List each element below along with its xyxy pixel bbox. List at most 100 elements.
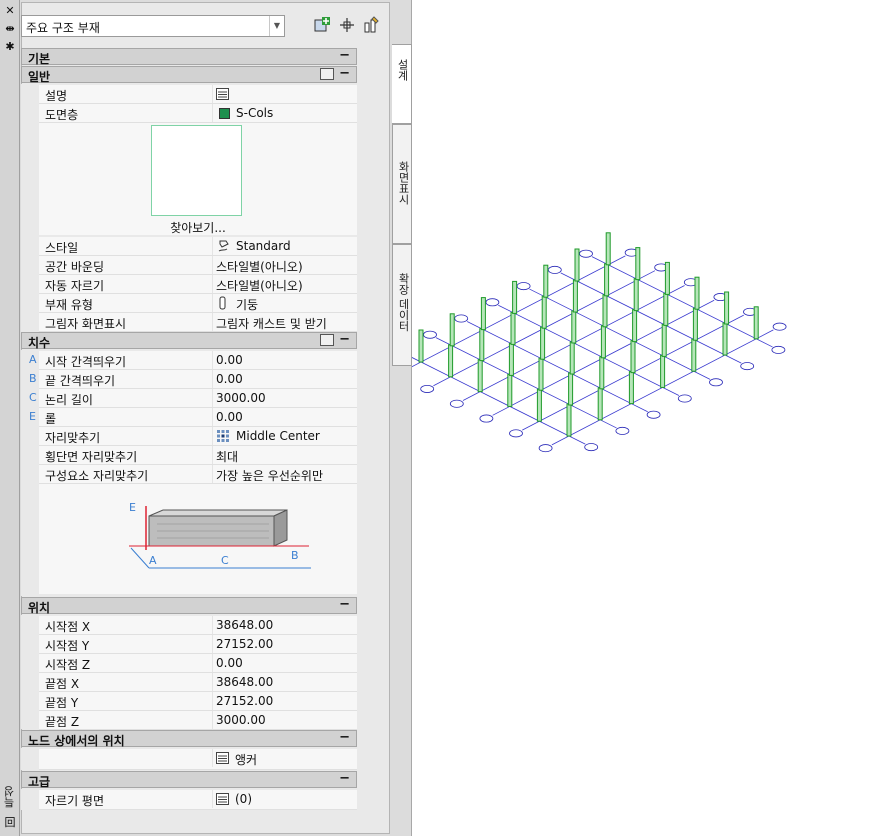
divider [212,389,213,407]
style-icon [218,240,229,252]
grid-bubble [547,265,562,274]
structural-column [538,357,544,391]
tab-display[interactable]: 화면표시 [392,124,412,244]
property-row-start-y[interactable]: 시작점 Y 27152.00 [39,635,357,654]
drawing-viewport[interactable] [390,0,882,836]
section-basic[interactable]: 기본 − [21,48,357,66]
property-row-section-justify[interactable]: 횡단면 자리맞추기 최대 [39,446,357,465]
structural-column [604,263,610,297]
section-general[interactable]: 일반 − [21,66,357,84]
grid-bubble [771,345,786,354]
tab-extended-data[interactable]: 확장 데이터 [392,244,412,366]
pick-add-icon[interactable] [362,16,380,34]
divider [212,294,213,312]
property-row-trim-planes[interactable]: 자르기 평면 (0) [39,790,357,810]
collapse-icon[interactable]: − [339,48,350,63]
grid-bubble [479,414,494,423]
dim-letter: E [29,410,36,423]
chevron-down-icon[interactable]: ▼ [269,16,284,36]
browse-link[interactable]: 찾아보기... [39,219,357,236]
quick-select-icon[interactable] [338,16,356,34]
structural-column [722,322,728,356]
auto-hide-icon[interactable]: ⇹ [3,22,17,36]
grid-bubble [420,384,435,393]
collapse-icon[interactable]: − [339,66,350,81]
property-row-member-type[interactable]: 부재 유형 기둥 [39,294,357,313]
bottom-icon[interactable]: 回 [3,816,17,830]
property-row-start-z[interactable]: 시작점 Z 0.00 [39,654,357,673]
dim-letter: B [29,372,37,385]
layer-color-swatch [219,108,230,119]
property-row-space-bounding[interactable]: 공간 바운딩 스타일별(아니오) [39,256,357,275]
structural-column [599,356,605,390]
anchor-icon[interactable] [216,752,229,764]
divider [212,256,213,274]
property-row-layer[interactable]: 도면층 S-Cols [39,104,357,123]
close-icon[interactable]: ✕ [3,4,17,18]
palette-titlebar[interactable]: ✕ ⇹ ✱ 특성 回 [0,0,20,836]
collapse-icon[interactable]: − [339,597,350,612]
structural-column [449,313,455,347]
structural-column [664,261,670,295]
settings-icon[interactable]: ✱ [3,40,17,54]
section-advanced[interactable]: 고급 − [21,771,357,789]
property-row-end-y[interactable]: 끝점 Y 27152.00 [39,692,357,711]
property-row-end-x[interactable]: 끝점 X 38648.00 [39,673,357,692]
gutter [21,615,39,729]
property-row-shadow-display[interactable]: 그림자 화면표시 그림자 캐스트 및 받기 [39,313,357,332]
style-preview-image [151,125,242,216]
structural-column [507,373,513,407]
dim-letter: A [29,353,37,366]
gutter [21,748,39,770]
divider [212,790,213,808]
property-row-auto-trim[interactable]: 자동 자르기 스타일별(아니오) [39,275,357,294]
divider [212,313,213,331]
edit-list-icon[interactable] [216,793,229,805]
style-override-icon[interactable] [320,68,334,80]
property-row-logical-length[interactable]: C 논리 길이 3000.00 [29,389,357,408]
palette-title: 특성 [3,786,16,808]
grid-line [403,255,626,372]
structural-column [600,325,606,359]
column-icon [219,296,226,310]
property-row-end-z[interactable]: 끝점 Z 3000.00 [39,711,357,730]
divider [212,692,213,710]
property-row-start-offset[interactable]: A 시작 간격띄우기 0.00 [29,351,357,370]
edit-text-icon[interactable] [216,88,229,100]
grid-bubble [516,282,531,291]
structural-column [572,279,578,313]
structural-column [628,371,634,405]
structural-column [536,388,542,422]
property-row-style[interactable]: 스타일 Standard [39,237,357,256]
property-row-description[interactable]: 설명 [39,85,357,104]
property-row-justify[interactable]: 자리맞추기 Middle Center [39,427,357,446]
structural-column [635,247,641,281]
divider [212,749,213,767]
property-row-roll[interactable]: E 롤 0.00 [29,408,357,427]
structural-column [479,328,485,362]
object-type-dropdown[interactable]: 주요 구조 부재 ▼ [21,15,285,37]
grid-bubble [509,429,523,438]
tab-design[interactable]: 설계 [392,44,412,124]
divider [212,237,213,255]
collapse-icon[interactable]: − [339,332,350,347]
grid-bubble [584,443,599,452]
structural-column [512,280,518,314]
property-row-anchor[interactable]: 앵커 [39,749,357,770]
property-row-component-justify[interactable]: 구성요소 자리맞추기 가장 높은 우선순위만 [39,465,357,484]
collapse-icon[interactable]: − [339,771,350,786]
dimension-diagram: E A C B [39,484,357,594]
section-location[interactable]: 위치 − [21,597,357,615]
section-dimensions[interactable]: 치수 − [21,332,357,350]
collapse-icon[interactable]: − [339,730,350,745]
diagram-label-b: B [291,549,299,562]
property-row-end-offset[interactable]: B 끝 간격띄우기 0.00 [29,370,357,389]
add-object-icon[interactable] [313,16,331,34]
section-node-location[interactable]: 노드 상에서의 위치 − [21,730,357,748]
divider [212,427,213,445]
structural-column [566,403,572,437]
divider [212,465,213,483]
structural-grid-drawing [390,232,787,453]
property-row-start-x[interactable]: 시작점 X 38648.00 [39,616,357,635]
style-override-icon[interactable] [320,334,334,346]
